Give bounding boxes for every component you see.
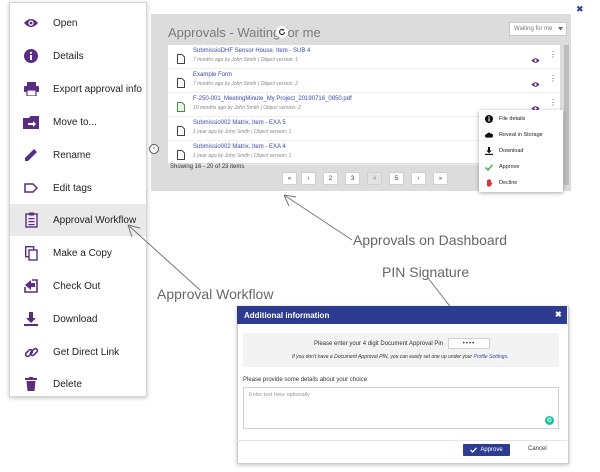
check-icon: [470, 447, 478, 453]
approve-button-label: Approve: [480, 447, 503, 453]
annotation-pin: PIN Signature: [382, 264, 470, 280]
approve-button[interactable]: Approve: [463, 444, 510, 456]
modal-footer-divider: [237, 440, 567, 441]
pin-help-prefix: If you don't have a Document Approval PI…: [292, 354, 474, 360]
details-textarea[interactable]: Enter text here optionally: [243, 387, 559, 429]
cancel-button[interactable]: Cancel: [528, 446, 547, 452]
pin-input[interactable]: ••••: [448, 338, 490, 349]
grammarly-icon[interactable]: G: [545, 416, 554, 425]
annotation-dashboard: Approvals on Dashboard: [353, 232, 508, 248]
details-label: Please provide some details about your c…: [243, 377, 368, 383]
pin-section: [243, 333, 559, 367]
pin-label: Please enter your 4 digit Document Appro…: [314, 341, 444, 347]
modal-title: Additional information: [244, 311, 330, 320]
pin-help-text: If you don't have a Document Approval PI…: [292, 354, 508, 360]
profile-settings-link[interactable]: Profile Settings: [473, 354, 507, 360]
close-icon[interactable]: ✖: [555, 310, 562, 319]
pin-help-suffix: .: [507, 354, 509, 360]
annotation-workflow: Approval Workflow: [157, 286, 274, 302]
